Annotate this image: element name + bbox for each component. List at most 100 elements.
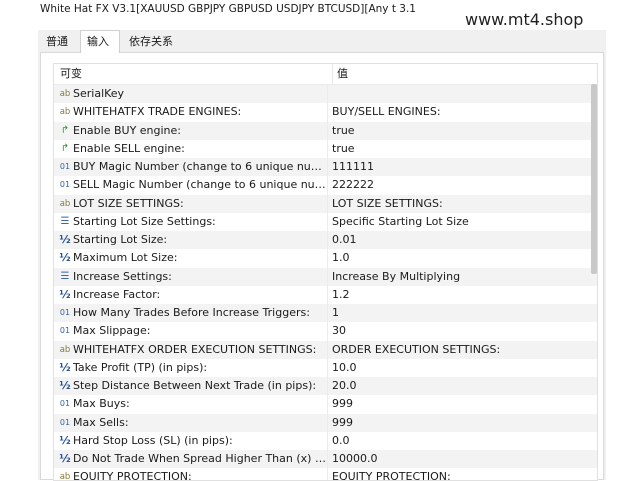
table-row[interactable]: ½ Do Not Trade When Spread Higher Than (x…	[54, 450, 597, 469]
vertical-scrollbar[interactable]	[591, 84, 597, 274]
integer-type-icon: 01	[59, 417, 71, 427]
table-row[interactable]: ↱ Enable BUY engine: true	[54, 121, 597, 140]
row-variable-name: WHITEHATFX TRADE ENGINES:	[73, 105, 242, 119]
integer-type-icon: 01	[59, 308, 71, 317]
row-value[interactable]: 20.0	[327, 377, 597, 396]
table-header: 可变 值	[54, 64, 597, 85]
table-row[interactable]: ½ Hard Stop Loss (SL) (in pips): 0.0	[54, 431, 597, 450]
column-header-value[interactable]: 值	[332, 64, 348, 84]
bool-type-icon: ↱	[60, 142, 70, 154]
table-row[interactable]: ☰ Starting Lot Size Settings: Specific Sta…	[54, 212, 597, 231]
inputs-table: 可变 值 ab SerialKey ab WHITEHATFX TRADE ENGIN…	[53, 63, 598, 481]
row-value[interactable]: Increase By Multiplying	[327, 267, 597, 286]
table-row[interactable]: ab SerialKey	[54, 85, 597, 104]
row-value[interactable]: 10000.0	[327, 450, 597, 469]
integer-type-icon: 01	[59, 162, 71, 171]
row-variable-name: Step Distance Between Next Trade (in pip…	[73, 379, 317, 392]
row-value[interactable]: ORDER EXECUTION SETTINGS:	[327, 340, 597, 359]
table-row[interactable]: ½ Maximum Lot Size: 1.0	[54, 249, 597, 268]
row-variable-name: Starting Lot Size:	[73, 233, 168, 246]
table-row[interactable]: ab WHITEHATFX TRADE ENGINES: BUY/SELL ENGI…	[54, 103, 597, 122]
row-value[interactable]: 999	[327, 413, 597, 432]
row-variable-name: Max Slippage:	[73, 324, 151, 338]
tab-common[interactable]: 普通	[40, 32, 80, 52]
integer-type-icon: 01	[59, 326, 71, 336]
tab-strip: 普通 输入 依存关系	[38, 30, 606, 53]
table-row[interactable]: ab LOT SIZE SETTINGS: LOT SIZE SETTINGS:	[54, 194, 597, 213]
integer-type-icon: 01	[59, 180, 71, 190]
enum-type-icon: ☰	[60, 215, 70, 227]
ea-properties-dialog: 普通 输入 依存关系 可变 值 ab SerialKey ab WHITEHATFX …	[38, 30, 606, 481]
double-type-icon: ½	[59, 433, 71, 447]
table-row[interactable]: ☰ Increase Settings: Increase By Multiplyi…	[54, 267, 597, 286]
row-value[interactable]: 30	[327, 322, 597, 341]
double-type-icon: ½	[59, 360, 71, 374]
table-row[interactable]: ½ Take Profit (TP) (in pips): 10.0	[54, 358, 597, 377]
window-title: White Hat FX V3.1[XAUUSD GBPJPY GBPUSD U…	[40, 3, 416, 15]
inputs-panel: 可变 值 ab SerialKey ab WHITEHATFX TRADE ENGIN…	[40, 52, 604, 481]
row-variable-name: How Many Trades Before Increase Triggers…	[73, 306, 310, 319]
row-variable-name: SELL Magic Number (change to 6 unique nu…	[73, 178, 328, 192]
row-value[interactable]: true	[327, 121, 597, 140]
row-value[interactable]: EQUITY PROTECTION:	[327, 468, 597, 480]
string-type-icon: ab	[59, 89, 71, 99]
row-variable-name: BUY Magic Number (change to 6 unique num…	[73, 160, 328, 173]
row-value[interactable]: 10.0	[327, 358, 597, 377]
row-variable-name: Max Sells:	[73, 415, 129, 429]
table-row[interactable]: ½ Starting Lot Size: 0.01	[54, 231, 597, 250]
row-value[interactable]: LOT SIZE SETTINGS:	[327, 194, 597, 213]
row-value[interactable]: 1.0	[327, 249, 597, 268]
row-value[interactable]: 1.2	[327, 285, 597, 304]
row-value[interactable]	[327, 85, 597, 104]
double-type-icon: ½	[59, 379, 71, 392]
row-variable-name: Starting Lot Size Settings:	[73, 214, 216, 228]
double-type-icon: ½	[59, 233, 71, 246]
row-value[interactable]: 111111	[327, 158, 597, 177]
row-value[interactable]: 0.01	[327, 231, 597, 250]
string-type-icon: ab	[59, 344, 71, 355]
table-body: ab SerialKey ab WHITEHATFX TRADE ENGINES: BU…	[54, 85, 597, 481]
row-value[interactable]: 0.0	[327, 431, 597, 450]
double-type-icon: ½	[59, 287, 71, 301]
table-row[interactable]: ↱ Enable SELL engine: true	[54, 139, 597, 158]
bool-type-icon: ↱	[60, 124, 70, 136]
row-variable-name: Increase Factor:	[73, 287, 161, 301]
integer-type-icon: 01	[59, 399, 71, 409]
tab-dependencies[interactable]: 依存关系	[123, 32, 183, 52]
row-value[interactable]: Specific Starting Lot Size	[327, 212, 597, 231]
row-value[interactable]: 999	[327, 395, 597, 414]
table-row[interactable]: ab EQUITY PROTECTION: EQUITY PROTECTION:	[54, 468, 597, 481]
table-row[interactable]: 01 Max Buys: 999	[54, 395, 597, 414]
string-type-icon: ab	[59, 472, 71, 481]
table-row[interactable]: ½ Increase Factor: 1.2	[54, 285, 597, 304]
table-row[interactable]: 01 Max Sells: 999	[54, 413, 597, 432]
row-variable-name: Hard Stop Loss (SL) (in pips):	[73, 433, 233, 447]
row-variable-name: Increase Settings:	[73, 269, 172, 283]
string-type-icon: ab	[59, 198, 71, 209]
row-variable-name: Maximum Lot Size:	[73, 251, 178, 265]
string-type-icon: ab	[59, 107, 71, 118]
row-variable-name: Enable SELL engine:	[73, 141, 185, 155]
table-row[interactable]: 01 How Many Trades Before Increase Trigge…	[54, 304, 597, 323]
enum-type-icon: ☰	[60, 270, 70, 282]
row-value[interactable]: BUY/SELL ENGINES:	[327, 103, 597, 122]
double-type-icon: ½	[59, 251, 71, 265]
tab-inputs[interactable]: 输入	[80, 30, 120, 53]
table-row[interactable]: 01 SELL Magic Number (change to 6 unique …	[54, 176, 597, 195]
table-row[interactable]: 01 Max Slippage: 30	[54, 322, 597, 341]
watermark: www.mt4.shop	[465, 10, 584, 29]
row-variable-name: SerialKey	[73, 87, 125, 100]
row-variable-name: Take Profit (TP) (in pips):	[73, 360, 208, 374]
table-row[interactable]: ab WHITEHATFX ORDER EXECUTION SETTINGS: OR…	[54, 340, 597, 359]
row-value[interactable]: 1	[327, 304, 597, 323]
row-variable-name: LOT SIZE SETTINGS:	[73, 196, 184, 210]
row-value[interactable]: true	[327, 139, 597, 158]
row-variable-name: Enable BUY engine:	[73, 123, 182, 137]
row-variable-name: WHITEHATFX ORDER EXECUTION SETTINGS:	[73, 342, 317, 356]
row-value[interactable]: 222222	[327, 176, 597, 195]
row-variable-name: Do Not Trade When Spread Higher Than (x)…	[73, 452, 328, 465]
table-row[interactable]: ½ Step Distance Between Next Trade (in pi…	[54, 377, 597, 396]
column-header-variable[interactable]: 可变	[60, 64, 82, 84]
double-type-icon: ½	[59, 452, 71, 465]
table-row[interactable]: 01 BUY Magic Number (change to 6 unique n…	[54, 158, 597, 177]
